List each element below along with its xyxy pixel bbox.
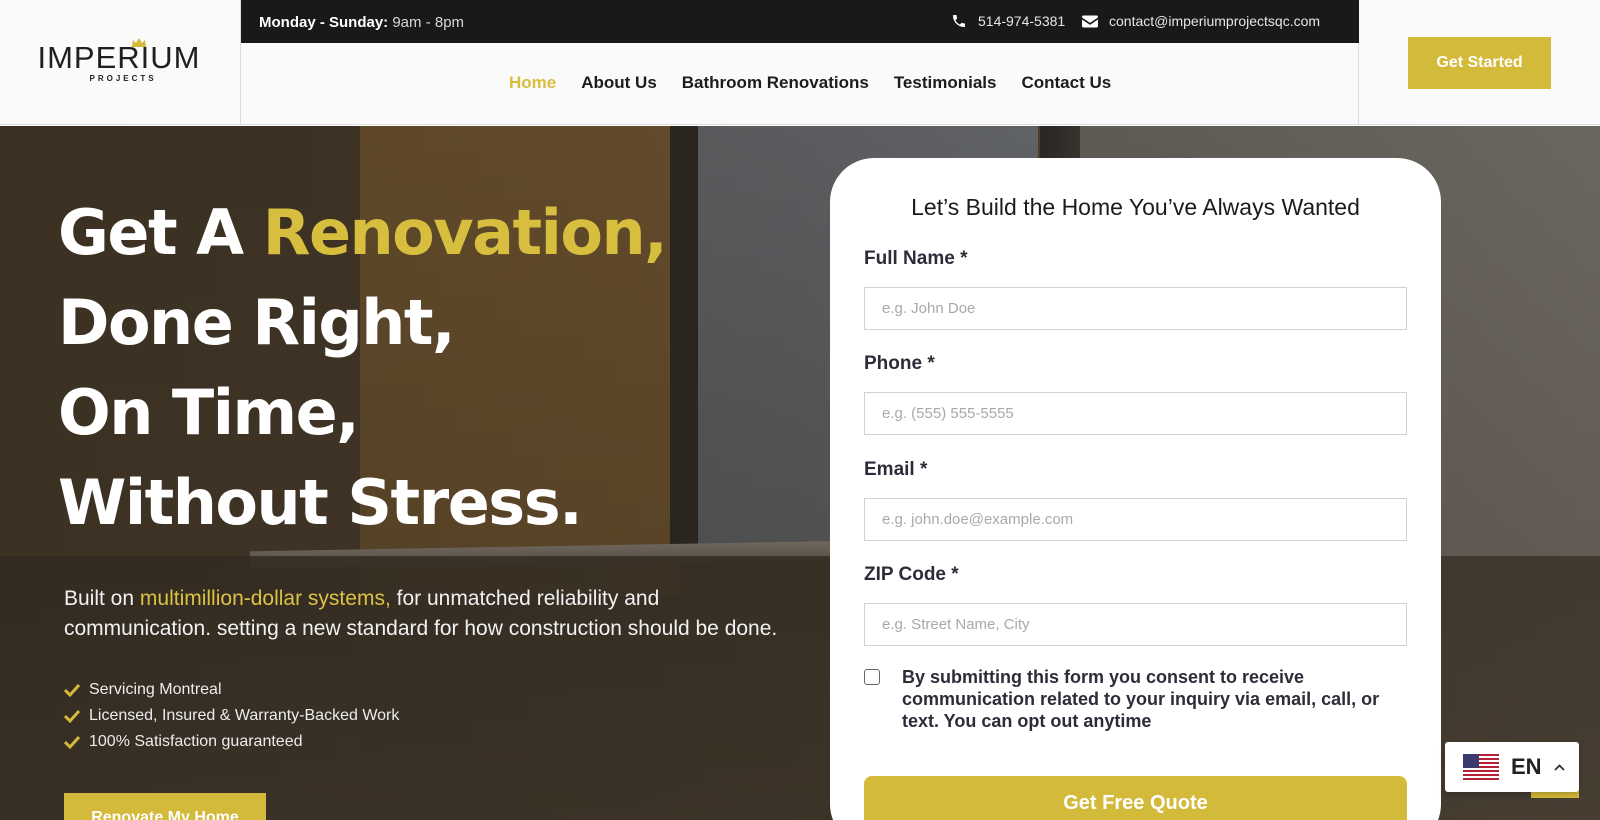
crown-icon xyxy=(131,37,146,47)
headline-line-1: Get A Renovation, xyxy=(58,196,668,269)
hours-value: 9am - 8pm xyxy=(392,14,465,31)
email-input[interactable] xyxy=(864,498,1407,541)
hero-subheading: Built on multimillion-dollar systems, fo… xyxy=(64,587,778,640)
email-label: Email * xyxy=(864,459,928,480)
checklist-item: 100% Satisfaction guaranteed xyxy=(64,729,399,755)
full-name-input[interactable] xyxy=(864,287,1407,330)
nav-item-about-us[interactable]: About Us xyxy=(581,73,657,93)
renovate-my-home-button[interactable]: Renovate My Home xyxy=(64,793,266,820)
nav-item-home[interactable]: Home xyxy=(509,73,556,93)
phone-input[interactable] xyxy=(864,392,1407,435)
checklist-item: Servicing Montreal xyxy=(64,677,399,703)
nav-item-bathroom-renovations[interactable]: Bathroom Renovations xyxy=(682,73,869,93)
phone-number: 514-974-5381 xyxy=(978,13,1066,29)
site-header: IMPERIUM PROJECTS Monday - Sunday: 9am -… xyxy=(0,0,1600,125)
business-hours: Monday - Sunday: 9am - 8pm xyxy=(259,14,464,31)
email-link[interactable]: contact@imperiumprojectsqc.com xyxy=(1082,13,1320,29)
email-address: contact@imperiumprojectsqc.com xyxy=(1109,13,1321,29)
form-title: Let’s Build the Home You’ve Always Wante… xyxy=(911,194,1360,220)
logo-text: IMPERIUM xyxy=(37,39,201,75)
logo: IMPERIUM PROJECTS xyxy=(37,37,203,88)
nav-item-contact-us[interactable]: Contact Us xyxy=(1021,73,1111,93)
headline-highlight: Renovation, xyxy=(262,196,668,269)
chevron-up-icon xyxy=(1553,763,1565,771)
main-nav-row: Home About Us Bathroom Renovations Testi… xyxy=(241,43,1359,125)
language-switcher[interactable]: EN xyxy=(1445,742,1579,792)
headline-line-4: Without Stress. xyxy=(58,466,583,539)
checkmark-icon xyxy=(64,735,80,749)
checkmark-icon xyxy=(64,683,80,697)
feature-checklist: Servicing Montreal Licensed, Insured & W… xyxy=(64,677,399,755)
phone-link[interactable]: 514-974-5381 xyxy=(951,13,1065,29)
logo-subtitle: PROJECTS xyxy=(89,73,157,83)
zip-code-input[interactable] xyxy=(864,603,1407,646)
nav-item-testimonials[interactable]: Testimonials xyxy=(894,73,997,93)
headline-line-3: On Time, xyxy=(58,376,360,449)
zip-code-label: ZIP Code * xyxy=(864,564,959,585)
top-info-bar: Monday - Sunday: 9am - 8pm 514-974-5381 … xyxy=(241,0,1359,43)
subheading-highlight: multimillion-dollar systems, xyxy=(139,587,391,610)
get-free-quote-button[interactable]: Get Free Quote xyxy=(864,776,1407,820)
quote-form-card: Let’s Build the Home You’ve Always Wante… xyxy=(830,158,1441,820)
full-name-label: Full Name * xyxy=(864,248,968,269)
headline-line-2: Done Right, xyxy=(58,286,456,359)
hero-headline: Get A Renovation, Done Right, On Time, W… xyxy=(58,188,668,548)
phone-label: Phone * xyxy=(864,353,935,374)
main-nav: Home About Us Bathroom Renovations Testi… xyxy=(509,73,1111,93)
consent-checkbox[interactable] xyxy=(864,669,880,685)
language-code: EN xyxy=(1511,754,1542,779)
logo-link[interactable]: IMPERIUM PROJECTS xyxy=(0,0,241,125)
checkmark-icon xyxy=(64,709,80,723)
get-started-button[interactable]: Get Started xyxy=(1408,37,1551,89)
checklist-item: Licensed, Insured & Warranty-Backed Work xyxy=(64,703,399,729)
us-flag-icon xyxy=(1463,754,1499,780)
consent-text: By submitting this form you consent to r… xyxy=(902,667,1380,731)
phone-icon xyxy=(953,15,965,27)
envelope-icon xyxy=(1082,15,1098,27)
hours-label: Monday - Sunday: xyxy=(259,14,389,31)
